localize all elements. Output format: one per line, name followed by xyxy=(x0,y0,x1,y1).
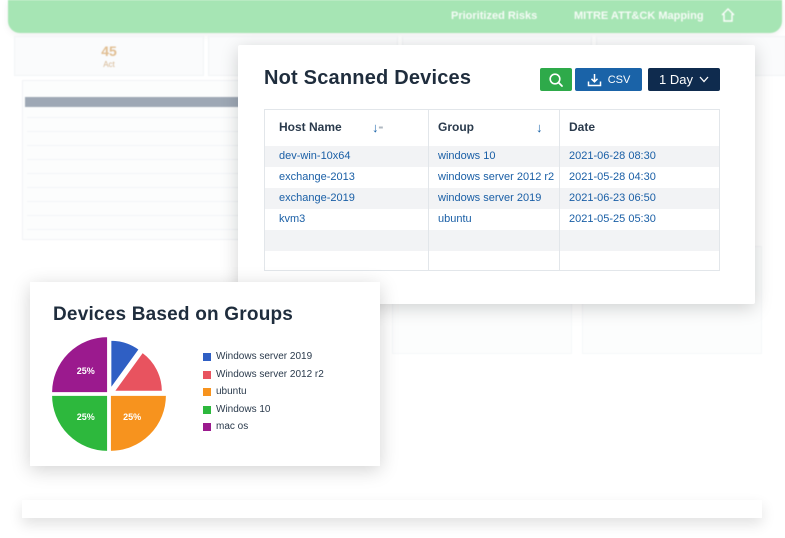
sort-icon[interactable]: ↓⁼ xyxy=(372,120,383,135)
legend-swatch xyxy=(203,353,211,361)
cell-date: 2021-05-28 04:30 xyxy=(569,171,656,183)
cell-date: 2021-05-25 05:30 xyxy=(569,213,656,225)
time-range-label: 1 Day xyxy=(659,72,693,87)
table-row-empty xyxy=(265,230,719,251)
search-icon xyxy=(549,72,563,87)
cell-date: 2021-06-28 08:30 xyxy=(569,150,656,162)
sort-arrow-icon[interactable]: ↓ xyxy=(536,120,543,135)
devices-by-group-card: Devices Based on Groups 25% 25% 25% Window… xyxy=(30,282,380,466)
pie-slice[interactable] xyxy=(51,336,109,394)
time-range-dropdown[interactable]: 1 Day xyxy=(648,68,720,91)
pie-slice[interactable] xyxy=(51,394,109,452)
legend-label: Windows 10 xyxy=(216,403,271,415)
pie-slice-label: 25% xyxy=(123,412,141,422)
table-row-empty xyxy=(265,251,719,272)
cell-group: windows server 2012 r2 xyxy=(438,171,555,183)
bottom-panel-edge xyxy=(22,500,762,518)
cell-group: ubuntu xyxy=(438,213,472,225)
stat-card: 45 Act xyxy=(14,36,204,76)
table-row[interactable]: dev-win-10x64 windows 10 2021-06-28 08:3… xyxy=(265,146,719,167)
legend-label: ubuntu xyxy=(216,386,247,397)
legend-label: mac os xyxy=(216,421,249,432)
nav-mitre-mapping[interactable]: MITRE ATT&CK Mapping xyxy=(574,10,704,22)
table-row[interactable]: exchange-2019 windows server 2019 2021-0… xyxy=(265,188,719,209)
not-scanned-devices-card: Not Scanned Devices CSV 1 Day Host Name … xyxy=(238,45,755,304)
pie-slice-label: 25% xyxy=(77,412,95,422)
column-header-label: Host Name xyxy=(279,120,342,134)
legend-swatch xyxy=(203,388,211,396)
legend-label: Windows server 2019 xyxy=(216,351,313,362)
column-header-label: Group xyxy=(438,120,474,134)
groups-pie-chart: 25% 25% 25% xyxy=(51,336,167,452)
search-button[interactable] xyxy=(540,68,572,91)
not-scanned-table: Host Name ↓⁼ Group ↓ Date dev-win-10x64 … xyxy=(264,109,720,271)
download-icon xyxy=(587,73,601,86)
cell-host[interactable]: dev-win-10x64 xyxy=(279,150,351,162)
column-header-label: Date xyxy=(569,120,596,134)
legend-swatch xyxy=(203,423,211,431)
csv-label: CSV xyxy=(607,73,631,86)
screen: Prioritized Risks MITRE ATT&CK Mapping 4… xyxy=(0,0,785,538)
stat-label: Act xyxy=(103,60,115,69)
chevron-down-icon xyxy=(699,76,709,83)
table-row[interactable]: exchange-2013 windows server 2012 r2 202… xyxy=(265,167,719,188)
cell-group: windows server 2019 xyxy=(438,192,542,204)
background-table xyxy=(22,80,252,240)
column-header-group[interactable]: Group ↓ xyxy=(428,110,559,146)
cell-group: windows 10 xyxy=(438,150,496,162)
home-icon[interactable] xyxy=(720,7,736,23)
table-header xyxy=(25,97,249,107)
stat-value: 45 xyxy=(101,43,117,59)
pie-slice-label: 25% xyxy=(77,366,95,376)
top-nav-bar: Prioritized Risks MITRE ATT&CK Mapping xyxy=(8,0,782,33)
cell-host[interactable]: kvm3 xyxy=(279,213,305,225)
csv-download-button[interactable]: CSV xyxy=(575,68,642,91)
column-divider xyxy=(428,110,429,270)
pie-slice[interactable] xyxy=(109,394,167,452)
cell-host[interactable]: exchange-2013 xyxy=(279,171,355,183)
legend-label: Windows server 2012 r2 xyxy=(216,368,324,380)
table-row[interactable]: kvm3 ubuntu 2021-05-25 05:30 xyxy=(265,209,719,230)
legend-swatch xyxy=(203,405,211,414)
chart-title: Devices Based on Groups xyxy=(53,304,294,325)
column-header-date[interactable]: Date xyxy=(559,110,719,146)
card-title: Not Scanned Devices xyxy=(264,67,472,89)
cell-host[interactable]: exchange-2019 xyxy=(279,192,355,204)
cell-date: 2021-06-23 06:50 xyxy=(569,192,656,204)
nav-prioritized-risks[interactable]: Prioritized Risks xyxy=(451,10,537,22)
legend-swatch xyxy=(203,370,211,379)
column-header-host[interactable]: Host Name ↓⁼ xyxy=(265,110,428,146)
column-divider xyxy=(559,110,560,270)
